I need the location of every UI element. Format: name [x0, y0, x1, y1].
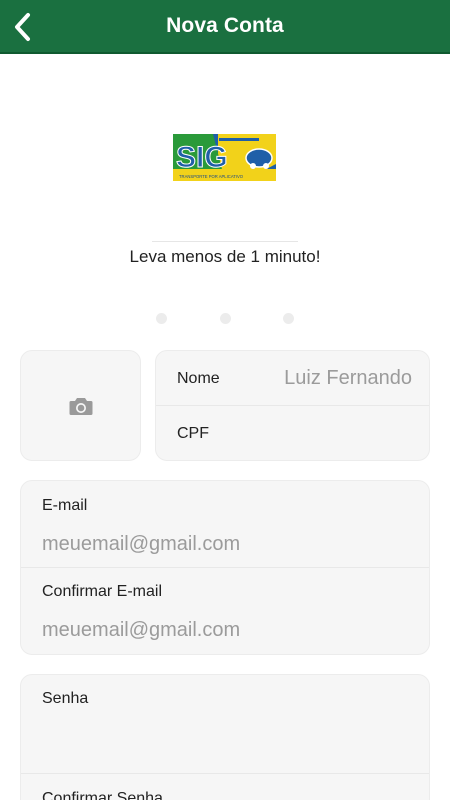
page-title: Nova Conta [166, 14, 284, 37]
tagline-text: Leva menos de 1 minuto! [129, 247, 321, 266]
cpf-label: CPF [177, 425, 209, 442]
logo-subtitle: TRANSPORTE POR APLICATIVO [179, 174, 244, 179]
cpf-input[interactable] [242, 422, 412, 448]
divider [21, 567, 429, 568]
divider [156, 405, 429, 406]
confirm-email-input[interactable]: meuemail@gmail.com [42, 619, 412, 642]
progress-dot-1 [156, 313, 167, 324]
name-input[interactable]: Luiz Fernando [284, 367, 412, 390]
confirm-password-label: Confirmar Senha [42, 790, 163, 800]
progress-dot-3 [283, 313, 294, 324]
email-card: E-mail meuemail@gmail.com Confirmar E-ma… [20, 480, 430, 655]
svg-text:SIG: SIG [176, 141, 228, 174]
chevron-left-icon [15, 13, 30, 41]
photo-picker[interactable] [20, 350, 141, 461]
password-label: Senha [42, 690, 89, 707]
personal-info-card: Nome Luiz Fernando CPF [155, 350, 430, 461]
email-label: E-mail [42, 497, 88, 514]
camera-icon [69, 397, 92, 415]
sigo-logo: SIG TRANSPORTE POR APLICATIVO [173, 134, 276, 181]
email-input[interactable]: meuemail@gmail.com [42, 533, 412, 556]
name-label: Nome [177, 370, 220, 387]
password-input[interactable] [42, 720, 412, 756]
back-button[interactable] [6, 9, 40, 45]
confirm-email-label: Confirmar E-mail [42, 583, 163, 600]
tagline-divider [152, 241, 298, 242]
app-header: Nova Conta [0, 0, 450, 54]
progress-dot-2 [220, 313, 231, 324]
divider [21, 773, 429, 774]
password-card: Senha Confirmar Senha [20, 674, 430, 800]
